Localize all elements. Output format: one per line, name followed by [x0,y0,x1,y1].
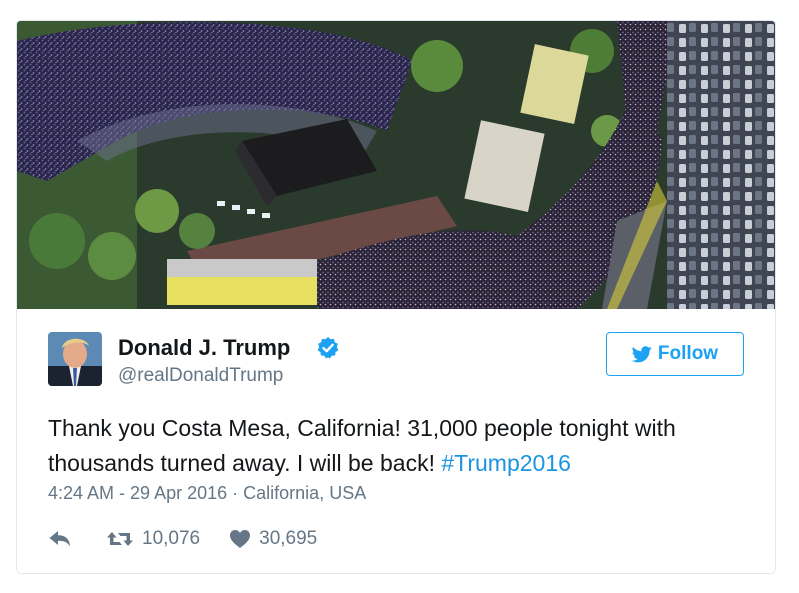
tweet-photo[interactable] [17,21,775,309]
reply-arrow-icon [49,531,70,547]
tweet-meta: 4:24 AM - 29 Apr 2016 · California, USA [48,483,366,504]
follow-button[interactable]: Follow [606,332,744,376]
aerial-crowd-photo [17,21,775,309]
retweet-button[interactable]: 10,076 [106,528,200,550]
tweet-location[interactable]: California, USA [243,483,366,503]
like-count: 30,695 [259,528,318,549]
meta-separator: · [232,483,239,503]
reply-button[interactable] [48,529,72,549]
verified-badge-icon [316,336,340,360]
follow-label: Follow [657,343,719,364]
retweet-count: 10,076 [142,528,201,549]
tweet-card: Donald J. Trump @realDonaldTrump Follow … [16,20,776,574]
tweet-actions: 10,076 30,695 [48,526,317,552]
retweet-icon [107,532,133,546]
tweet-body: Thank you Costa Mesa, California! 31,000… [48,415,676,476]
heart-icon [230,530,251,548]
like-button[interactable]: 30,695 [229,528,317,550]
tweet-timestamp[interactable]: 4:24 AM - 29 Apr 2016 [48,483,227,503]
bird-icon [631,345,652,362]
author-name[interactable]: Donald J. Trump [118,335,290,361]
author-handle[interactable]: @realDonaldTrump [118,365,283,387]
author-avatar[interactable] [48,332,102,386]
avatar-image [48,332,102,386]
hashtag-link[interactable]: #Trump2016 [441,450,571,476]
tweet-text: Thank you Costa Mesa, California! 31,000… [48,411,748,481]
